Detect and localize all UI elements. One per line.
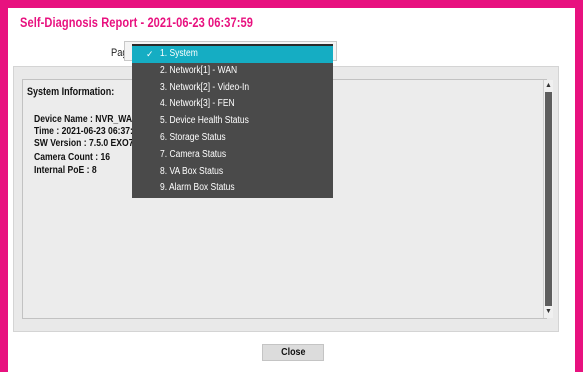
dropdown-item-label: 4. Network[3] - FEN <box>160 98 235 110</box>
check-icon: ✓ <box>146 49 154 59</box>
dropdown-item-network-video-in[interactable]: 3. Network[2] - Video-In <box>132 80 333 97</box>
scroll-up-arrow-icon[interactable]: ▲ <box>544 81 553 91</box>
dropdown-item-system[interactable]: ✓ 1. System <box>132 46 333 63</box>
time-line: Time : 2021-06-23 06:37:59 <box>34 125 143 137</box>
dropdown-item-label: 5. Device Health Status <box>160 115 249 127</box>
scroll-thumb[interactable] <box>545 92 552 306</box>
dialog-title: Self-Diagnosis Report - 2021-06-23 06:37… <box>20 15 254 30</box>
close-button-label: Close <box>280 346 306 358</box>
dropdown-item-label: 7. Camera Status <box>160 148 227 160</box>
report-heading: System Information: <box>27 86 115 98</box>
dropdown-item-label: 3. Network[2] - Video-In <box>160 81 250 93</box>
dropdown-item-camera-status[interactable]: 7. Camera Status <box>132 147 333 164</box>
device-name-line: Device Name : NVR_WAN_0 <box>34 113 148 125</box>
dropdown-item-network-fen[interactable]: 4. Network[3] - FEN <box>132 96 333 113</box>
sw-version-line: SW Version : 7.5.0 EXO7509 <box>34 137 148 149</box>
dropdown-item-label: 9. Alarm Box Status <box>160 182 235 194</box>
page-dropdown-menu[interactable]: ✓ 1. System 2. Network[1] - WAN 3. Netwo… <box>132 44 333 198</box>
dropdown-item-label: 8. VA Box Status <box>160 165 224 177</box>
close-button[interactable]: Close <box>262 344 324 361</box>
camera-count-line: Camera Count : 16 <box>34 151 111 163</box>
internal-poe-line: Internal PoE : 8 <box>34 164 97 176</box>
dropdown-item-va-box-status[interactable]: 8. VA Box Status <box>132 164 333 181</box>
dropdown-item-storage-status[interactable]: 6. Storage Status <box>132 130 333 147</box>
scroll-down-arrow-icon[interactable]: ▼ <box>544 307 553 317</box>
dropdown-item-label: 2. Network[1] - WAN <box>160 64 238 76</box>
dropdown-item-alarm-box-status[interactable]: 9. Alarm Box Status <box>132 180 333 197</box>
dropdown-item-network-wan[interactable]: 2. Network[1] - WAN <box>132 63 333 80</box>
dropdown-item-device-health[interactable]: 5. Device Health Status <box>132 113 333 130</box>
report-scrollbar[interactable]: ▲ ▼ <box>543 80 553 318</box>
dropdown-item-label: 6. Storage Status <box>160 131 226 143</box>
dropdown-item-label: 1. System <box>160 48 198 59</box>
